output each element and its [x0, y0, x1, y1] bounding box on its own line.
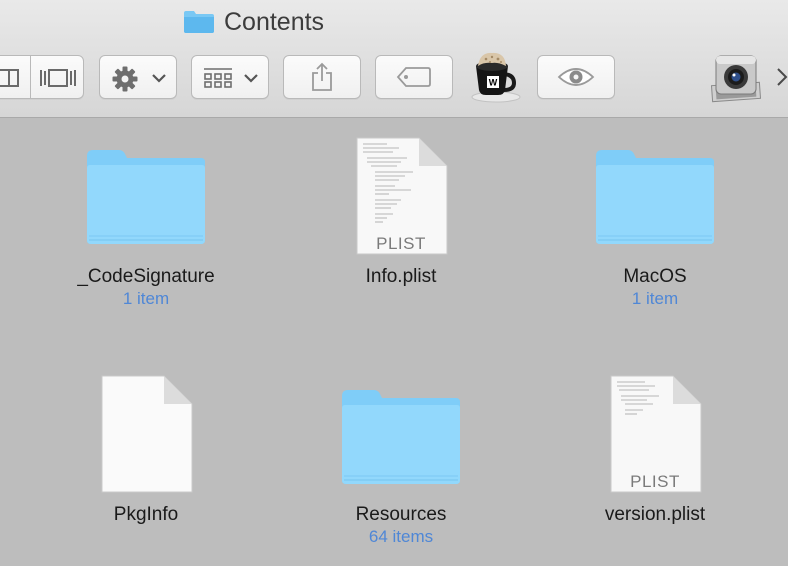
share-button[interactable] — [283, 55, 361, 99]
gear-icon — [112, 66, 138, 92]
folder-icon-wrap — [36, 140, 256, 266]
file-item-codesignature[interactable]: _CodeSignature 1 item — [36, 140, 256, 310]
share-icon — [312, 62, 332, 91]
file-item-name: MacOS — [623, 266, 687, 287]
window-title: Contents — [183, 6, 324, 38]
segment-divider — [30, 56, 31, 98]
quick-look-button[interactable] — [537, 55, 615, 99]
folder-icon-wrap — [291, 378, 511, 504]
image-capture-button[interactable] — [708, 50, 764, 104]
file-item-name: version.plist — [604, 504, 706, 525]
arrange-menu-button[interactable] — [191, 55, 269, 99]
cafe-app-icon: W — [471, 52, 521, 103]
plist-icon-wrap: PLIST — [545, 375, 765, 504]
files-icon-grid: _CodeSignature 1 item PLIST Info.plist M… — [0, 118, 788, 566]
file-item-version-plist[interactable]: PLIST version.plist — [545, 375, 765, 526]
finder-toolbar: Contents W — [0, 0, 788, 118]
file-item-count: 1 item — [122, 289, 170, 308]
tags-button[interactable] — [375, 55, 453, 99]
cover-flow-view-icon[interactable] — [39, 69, 77, 87]
file-item-info-plist[interactable]: PLIST Info.plist — [291, 137, 511, 288]
folder-icon — [87, 150, 205, 244]
file-item-name: Resources — [355, 504, 447, 525]
app-badge-letter: W — [489, 78, 498, 88]
file-item-name: Info.plist — [365, 266, 437, 287]
image-capture-icon — [710, 55, 762, 103]
window-title-text: Contents — [224, 7, 325, 36]
blank-document-icon — [101, 375, 193, 493]
plist-badge: PLIST — [630, 472, 680, 491]
plist-badge: PLIST — [376, 234, 426, 253]
chevron-down-icon — [152, 74, 166, 83]
grid-arrange-icon — [204, 68, 232, 88]
folder-icon — [596, 150, 714, 244]
folder-icon — [342, 390, 460, 484]
blank-icon-wrap — [36, 375, 256, 504]
file-item-count: 1 item — [631, 289, 679, 308]
toolbar-overflow-chevron-icon[interactable] — [776, 66, 788, 88]
columns-view-icon[interactable] — [0, 69, 19, 87]
file-item-count: 64 items — [368, 527, 434, 546]
file-item-pkginfo[interactable]: PkgInfo — [36, 375, 256, 526]
file-item-macos[interactable]: MacOS 1 item — [545, 140, 765, 310]
folder-icon-wrap — [545, 140, 765, 266]
file-item-name: PkgInfo — [113, 504, 179, 525]
file-item-name: _CodeSignature — [77, 266, 215, 287]
cafe-app-button[interactable]: W — [468, 50, 524, 104]
tag-icon — [396, 67, 431, 87]
chevron-down-icon — [244, 74, 258, 83]
folder-icon — [184, 11, 214, 33]
action-menu-button[interactable] — [99, 55, 177, 99]
plist-icon-wrap: PLIST — [291, 137, 511, 266]
file-item-resources[interactable]: Resources 64 items — [291, 378, 511, 548]
view-mode-segmented-control[interactable] — [0, 55, 84, 99]
eye-icon — [557, 68, 595, 86]
